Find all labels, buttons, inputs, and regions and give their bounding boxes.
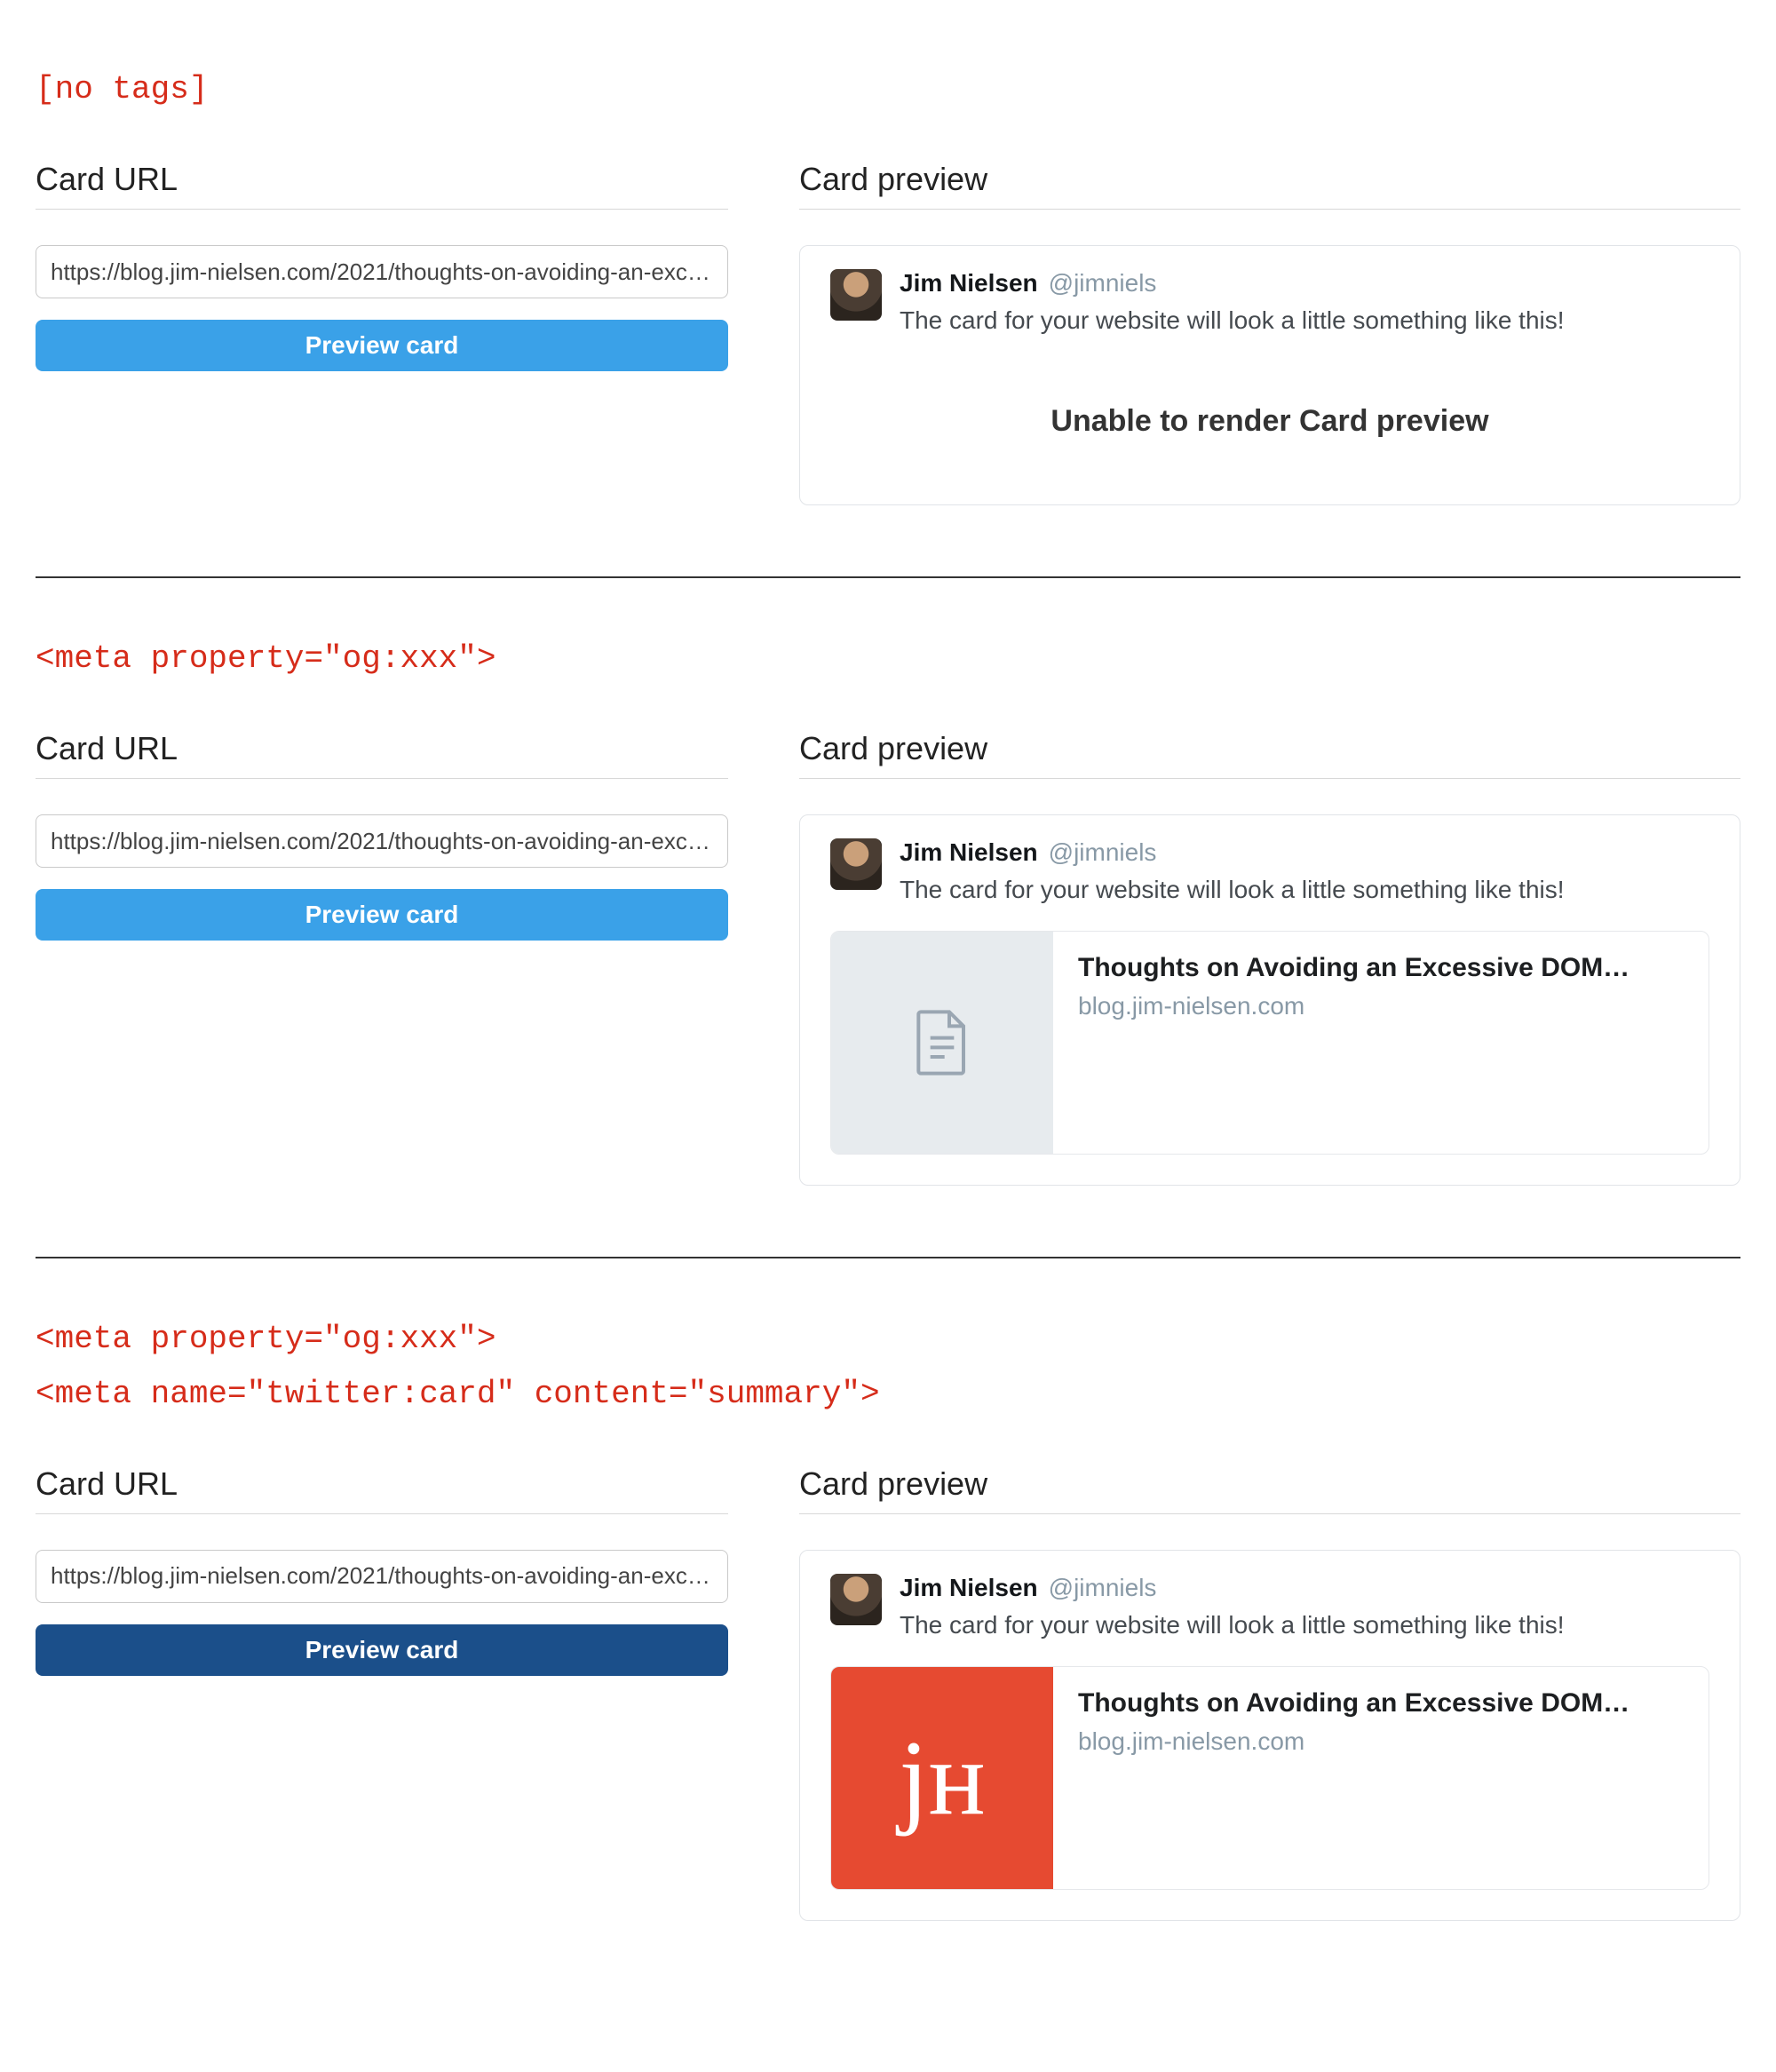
avatar <box>830 838 882 890</box>
tweet-preview: Jim Nielsen @jimniels The card for your … <box>799 1550 1740 1921</box>
tweet-name-row: Jim Nielsen @jimniels <box>900 1574 1565 1602</box>
tweet-header: Jim Nielsen @jimniels The card for your … <box>830 269 1709 335</box>
card-preview-heading: Card preview <box>799 1465 1740 1514</box>
link-body: Thoughts on Avoiding an Excessive DOM… b… <box>1053 932 1709 1154</box>
card-url-heading: Card URL <box>36 1465 728 1514</box>
preview-card-button[interactable]: Preview card <box>36 1624 728 1676</box>
columns: Card URL Preview card Card preview Jim N… <box>36 1465 1740 1921</box>
card-url-panel: Card URL Preview card <box>36 730 728 1186</box>
example-caption: [no tags] <box>36 62 1740 116</box>
card-preview-panel: Card preview Jim Nielsen @jimniels The c… <box>799 161 1740 505</box>
section-divider <box>36 576 1740 578</box>
card-url-heading: Card URL <box>36 161 728 210</box>
link-domain: blog.jim-nielsen.com <box>1078 1727 1684 1756</box>
tweet-handle: @jimniels <box>1049 1574 1157 1602</box>
example-caption: <meta property="og:xxx"> <meta name="twi… <box>36 1312 1740 1420</box>
link-title: Thoughts on Avoiding an Excessive DOM… <box>1078 953 1684 983</box>
section-divider <box>36 1257 1740 1258</box>
document-icon <box>914 1009 971 1076</box>
card-url-heading: Card URL <box>36 730 728 779</box>
link-body: Thoughts on Avoiding an Excessive DOM… b… <box>1053 1667 1709 1889</box>
card-url-panel: Card URL Preview card <box>36 1465 728 1921</box>
tweet-body: The card for your website will look a li… <box>900 876 1565 904</box>
tweet-display-name: Jim Nielsen <box>900 269 1038 298</box>
card-url-input[interactable] <box>36 1550 728 1603</box>
columns: Card URL Preview card Card preview Jim N… <box>36 161 1740 505</box>
card-url-input[interactable] <box>36 814 728 868</box>
card-url-input[interactable] <box>36 245 728 298</box>
link-preview-card[interactable]: Thoughts on Avoiding an Excessive DOM… b… <box>830 931 1709 1155</box>
example-no-tags: [no tags] Card URL Preview card Card pre… <box>36 62 1740 505</box>
card-preview-heading: Card preview <box>799 730 1740 779</box>
example-og-only: <meta property="og:xxx"> Card URL Previe… <box>36 631 1740 1186</box>
card-error-message: Unable to render Card preview <box>830 342 1709 474</box>
example-caption: <meta property="og:xxx"> <box>36 631 1740 686</box>
tweet-name-row: Jim Nielsen @jimniels <box>900 269 1565 298</box>
avatar <box>830 269 882 321</box>
card-preview-panel: Card preview Jim Nielsen @jimniels The c… <box>799 1465 1740 1921</box>
tweet-handle: @jimniels <box>1049 269 1157 298</box>
tweet-handle: @jimniels <box>1049 838 1157 867</box>
preview-card-button[interactable]: Preview card <box>36 320 728 371</box>
link-domain: blog.jim-nielsen.com <box>1078 992 1684 1020</box>
tweet-header: Jim Nielsen @jimniels The card for your … <box>830 1574 1709 1639</box>
tweet-preview: Jim Nielsen @jimniels The card for your … <box>799 245 1740 505</box>
tweet-name-row: Jim Nielsen @jimniels <box>900 838 1565 867</box>
link-thumbnail-image: jн <box>831 1667 1053 1889</box>
example-og-and-twitter: <meta property="og:xxx"> <meta name="twi… <box>36 1312 1740 1920</box>
tweet-display-name: Jim Nielsen <box>900 838 1038 867</box>
avatar <box>830 1574 882 1625</box>
tweet-body: The card for your website will look a li… <box>900 1611 1565 1639</box>
card-preview-panel: Card preview Jim Nielsen @jimniels The c… <box>799 730 1740 1186</box>
card-preview-heading: Card preview <box>799 161 1740 210</box>
link-title: Thoughts on Avoiding an Excessive DOM… <box>1078 1688 1684 1719</box>
tweet-body: The card for your website will look a li… <box>900 306 1565 335</box>
tweet-preview: Jim Nielsen @jimniels The card for your … <box>799 814 1740 1186</box>
link-preview-card[interactable]: jн Thoughts on Avoiding an Excessive DOM… <box>830 1666 1709 1890</box>
preview-card-button[interactable]: Preview card <box>36 889 728 941</box>
tweet-display-name: Jim Nielsen <box>900 1574 1038 1602</box>
columns: Card URL Preview card Card preview Jim N… <box>36 730 1740 1186</box>
tweet-header: Jim Nielsen @jimniels The card for your … <box>830 838 1709 904</box>
link-thumbnail-placeholder <box>831 932 1053 1154</box>
logo-glyph: jн <box>899 1725 986 1831</box>
card-url-panel: Card URL Preview card <box>36 161 728 505</box>
